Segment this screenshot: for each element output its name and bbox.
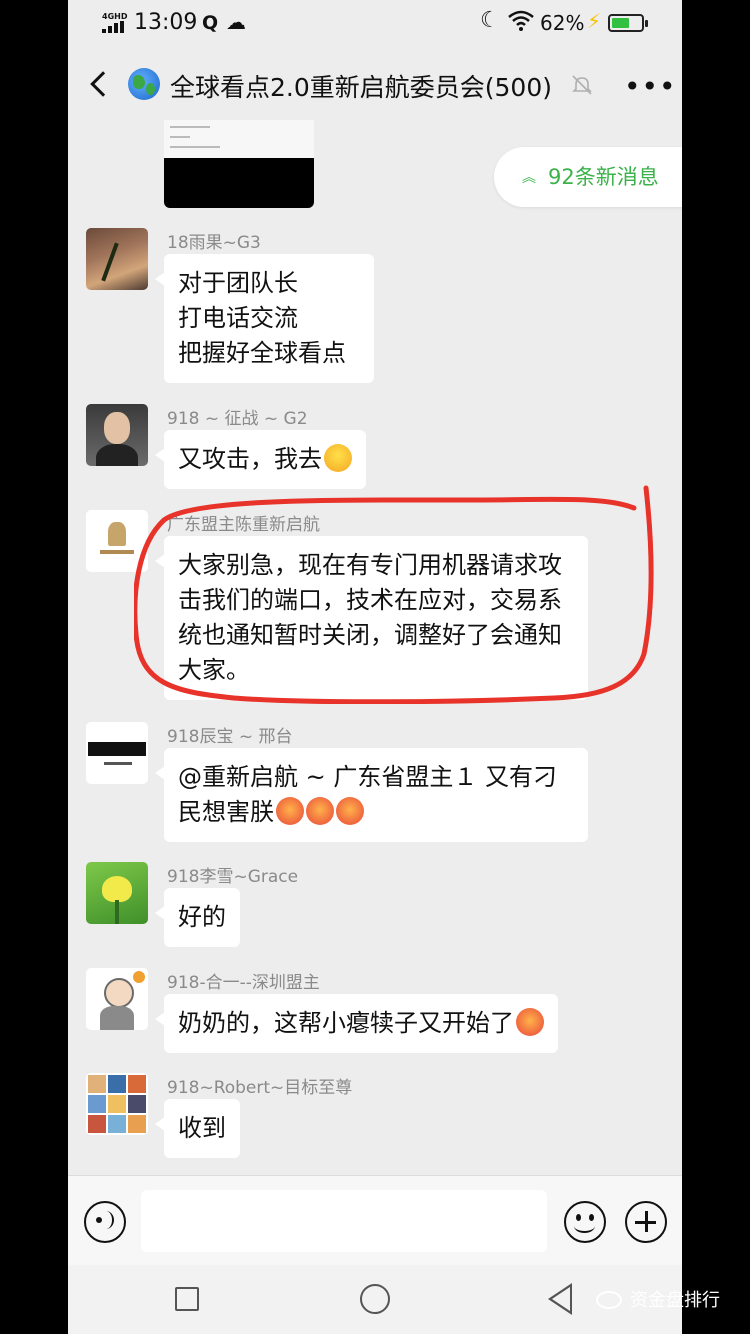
message-text: 收到 <box>178 1114 226 1142</box>
bolt-icon: ⚡ <box>587 9 602 33</box>
angry-emoji-icon <box>276 797 304 825</box>
message-bubble[interactable]: 又攻击，我去 <box>155 430 366 489</box>
message-bubble[interactable]: 收到 <box>155 1099 240 1158</box>
watermark: 资金盘排行 <box>596 1286 720 1312</box>
system-back-button[interactable] <box>548 1283 572 1315</box>
battery-percent: 62% <box>540 11 585 35</box>
angry-emoji-icon <box>336 797 364 825</box>
message-line: 对于团队长 <box>178 269 298 297</box>
sender-name: 18雨果~G3 <box>167 233 261 253</box>
sender-name: 918辰宝 ~ 邢台 <box>167 727 293 747</box>
image-message[interactable] <box>164 120 314 208</box>
recents-button[interactable] <box>175 1287 199 1311</box>
image-thumbnail <box>164 120 314 158</box>
mute-icon <box>572 75 592 95</box>
message-line: 把握好全球看点 <box>178 339 346 367</box>
new-messages-label: 92条新消息 <box>548 165 659 189</box>
message-line: @重新启航 ~ 广东省盟主１ 又有刁 <box>178 763 557 791</box>
watermark-text: 资金盘排行 <box>630 1290 720 1311</box>
sender-name: 918-合一--深圳盟主 <box>167 973 320 993</box>
plus-icon[interactable] <box>625 1201 667 1243</box>
message-input[interactable] <box>141 1190 547 1252</box>
message-text: 又攻击，我去 <box>178 445 322 473</box>
page-title: 全球看点2.0重新启航委员会(500) <box>170 73 552 102</box>
input-bar <box>68 1175 682 1265</box>
chevron-up-icon: ︽ <box>522 170 536 186</box>
avatar[interactable] <box>86 404 148 466</box>
message-text: 奶奶的，这帮小瘪犊子又开始了 <box>178 1009 514 1037</box>
sender-name: 918李雪~Grace <box>167 867 299 887</box>
emoji-icon[interactable] <box>564 1201 606 1243</box>
avatar[interactable] <box>86 862 148 924</box>
message-text: 好的 <box>178 903 226 931</box>
message-bubble[interactable]: 奶奶的，这帮小瘪犊子又开始了 <box>155 994 558 1053</box>
sender-name: 广东盟主陈重新启航 <box>167 515 320 535</box>
globe-icon <box>128 68 160 100</box>
chat-screen: 4GHD 13:09 Q ☁ ☾ 62% ⚡ 全球看点2.0重新启航委员会(50… <box>68 0 682 1334</box>
angry-emoji-icon <box>306 797 334 825</box>
wechat-icon <box>596 1291 622 1309</box>
network-type: 4GHD <box>102 12 128 21</box>
avatar[interactable] <box>86 1073 148 1135</box>
clock: 13:09 <box>134 10 198 35</box>
signal-icon <box>102 21 126 33</box>
angry-emoji-icon <box>516 1008 544 1036</box>
home-button[interactable] <box>360 1284 390 1314</box>
more-icon[interactable]: ••• <box>624 70 677 103</box>
back-icon[interactable] <box>86 70 110 100</box>
moon-icon: ☾ <box>480 8 500 33</box>
voice-icon[interactable] <box>84 1201 126 1243</box>
wifi-icon <box>508 10 534 31</box>
message-text: 大家别急，现在有专门用机器请求攻击我们的端口，技术在应对，交易系统也通知暂时关闭… <box>178 551 562 684</box>
avatar[interactable] <box>86 510 148 572</box>
sender-name: 918~Robert~目标至尊 <box>167 1078 353 1098</box>
q-icon: Q <box>202 12 219 34</box>
message-bubble[interactable]: 好的 <box>155 888 240 947</box>
laughing-emoji-icon <box>324 444 352 472</box>
message-bubble[interactable]: 对于团队长 打电话交流 把握好全球看点 <box>155 254 374 383</box>
message-line: 民想害朕 <box>178 798 274 826</box>
message-bubble[interactable]: 大家别急，现在有专门用机器请求攻击我们的端口，技术在应对，交易系统也通知暂时关闭… <box>155 536 588 700</box>
cloud-icon: ☁ <box>226 10 246 34</box>
avatar[interactable] <box>86 228 148 290</box>
avatar[interactable] <box>86 968 148 1030</box>
new-messages-button[interactable]: ︽ 92条新消息 <box>494 147 682 207</box>
nav-bar: 全球看点2.0重新启航委员会(500) ••• <box>68 48 682 120</box>
avatar[interactable] <box>86 722 148 784</box>
battery-icon <box>608 14 648 32</box>
sender-name: 918 ~ 征战 ~ G2 <box>167 409 308 429</box>
status-bar: 4GHD 13:09 Q ☁ ☾ 62% ⚡ <box>68 0 682 48</box>
system-nav-bar <box>68 1265 682 1334</box>
message-line: 打电话交流 <box>178 304 298 332</box>
message-list[interactable]: ︽ 92条新消息 18雨果~G3 对于团队长 打电话交流 把握好全球看点 918 … <box>68 120 682 1175</box>
message-bubble[interactable]: @重新启航 ~ 广东省盟主１ 又有刁 民想害朕 <box>155 748 588 842</box>
